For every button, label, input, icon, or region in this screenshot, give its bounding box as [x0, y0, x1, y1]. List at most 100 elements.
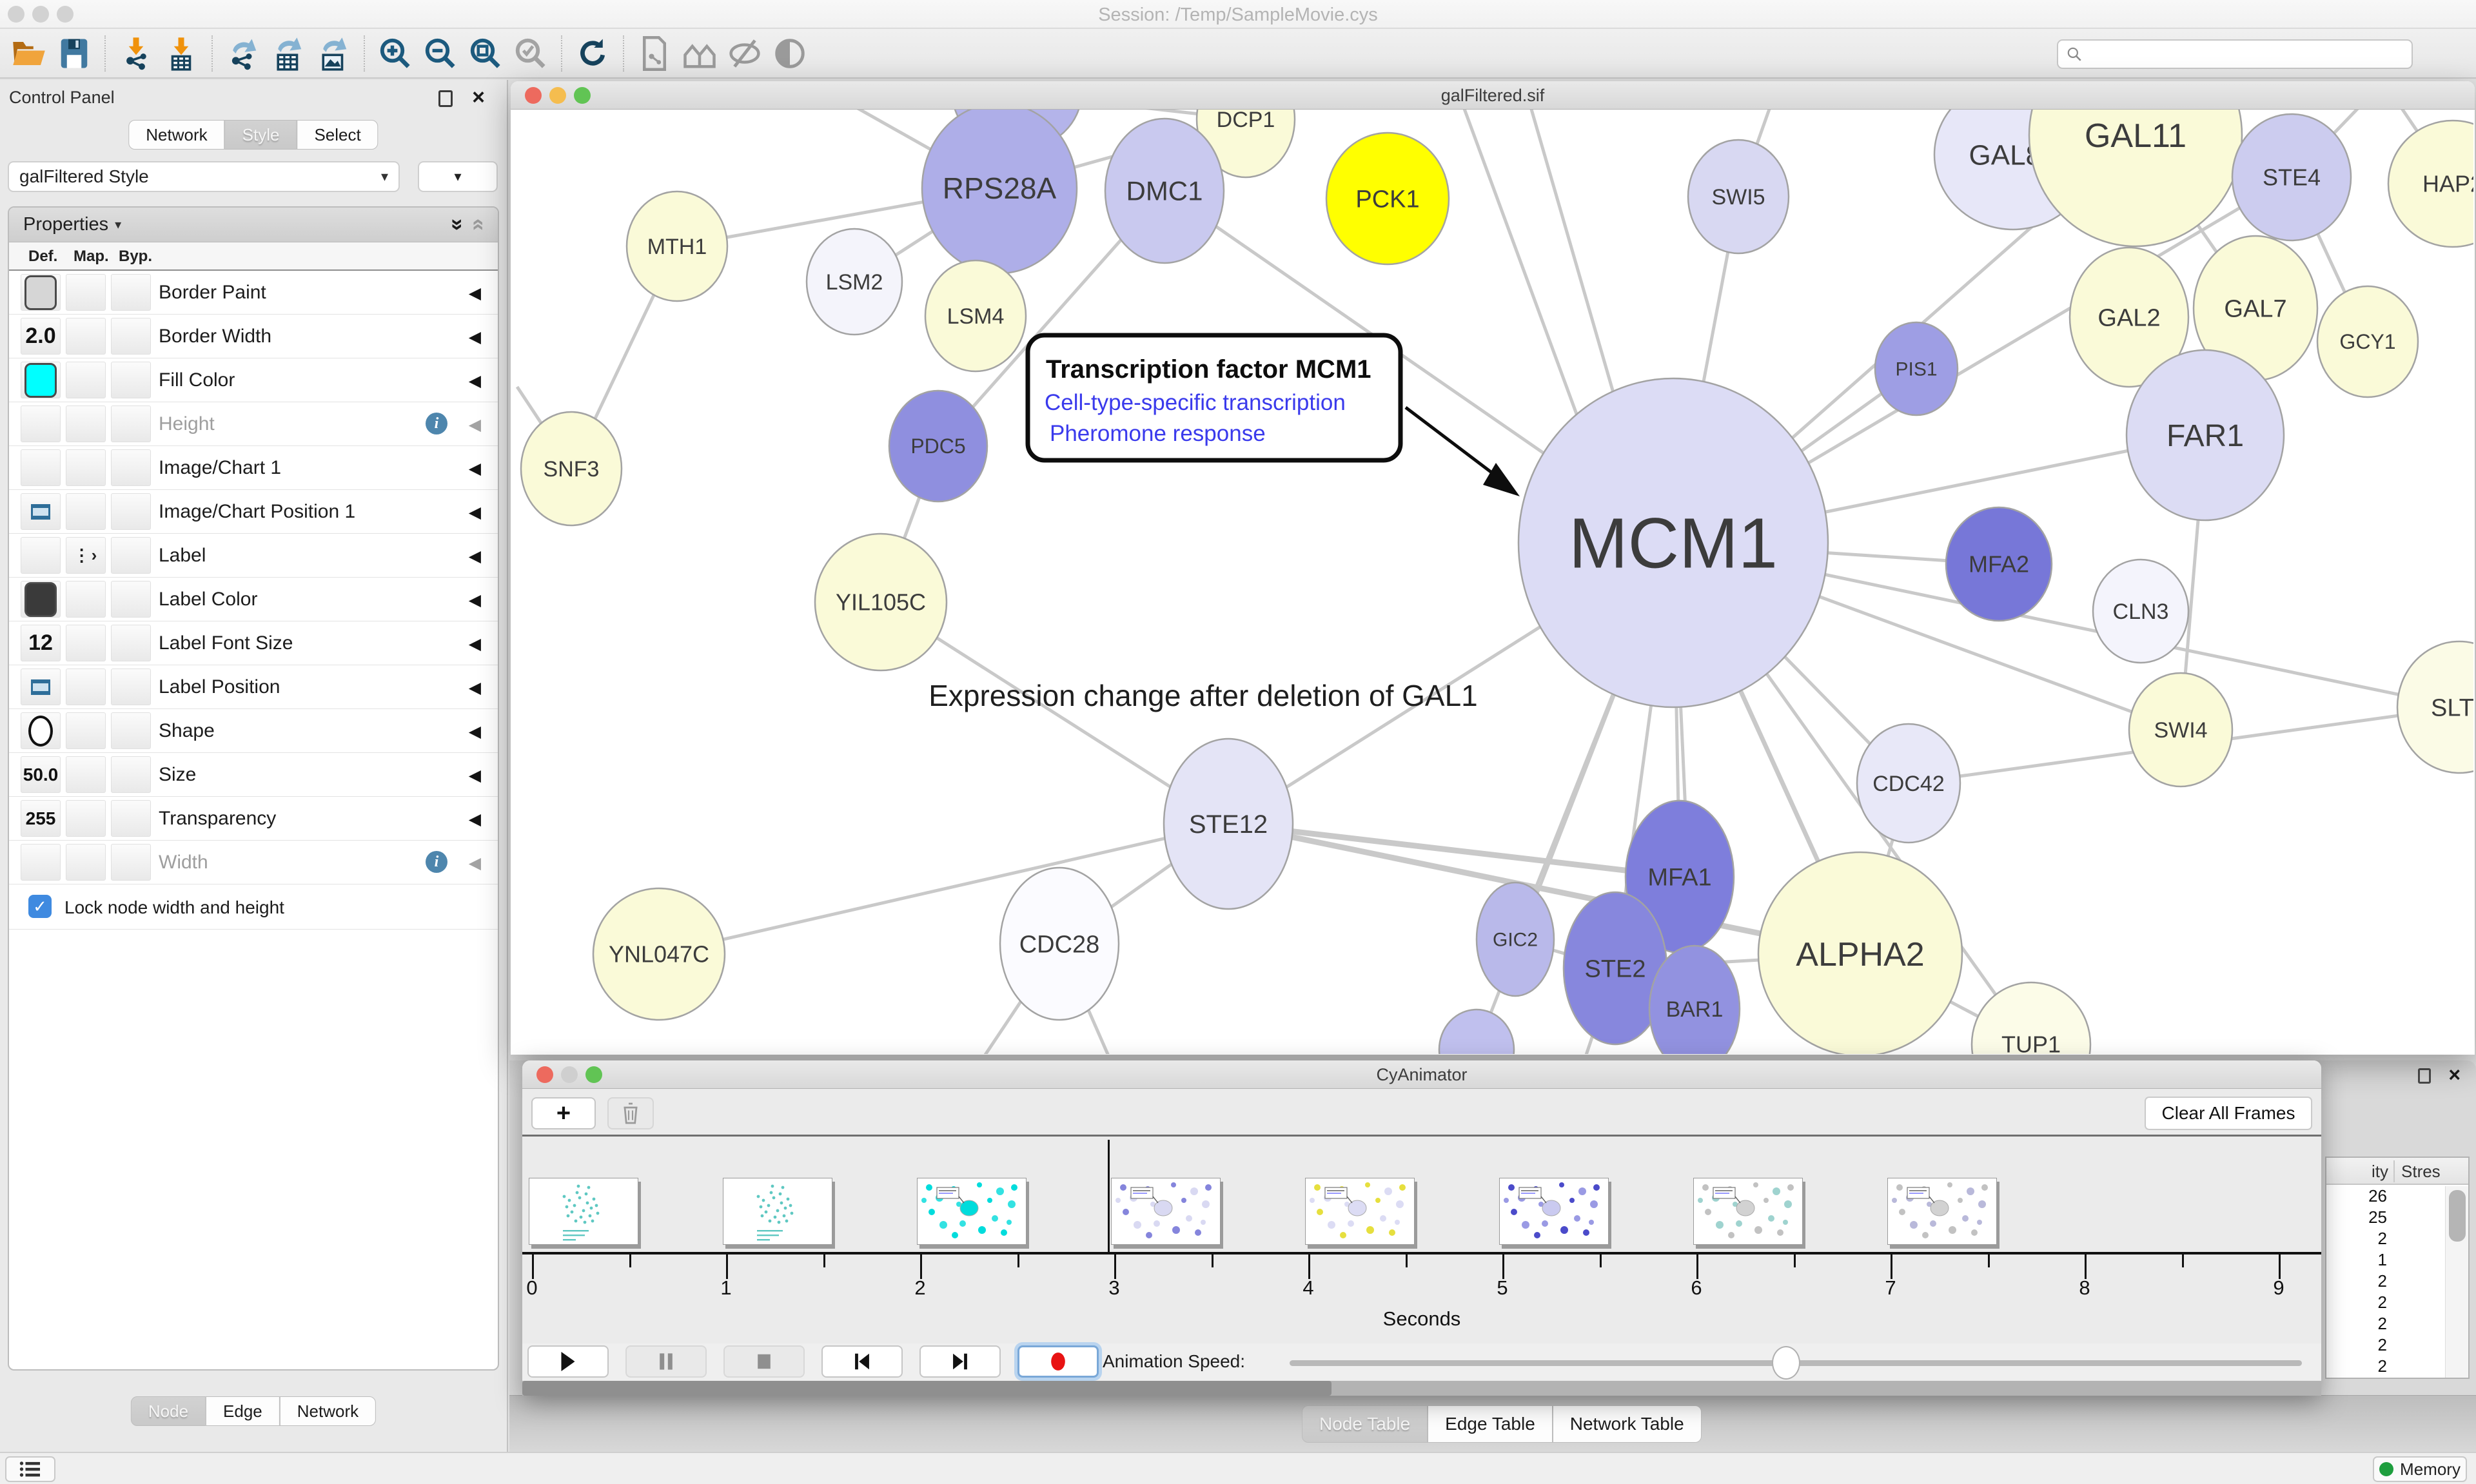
- float-panel-icon[interactable]: [438, 90, 453, 107]
- network-node-pis1[interactable]: PIS1: [1875, 322, 1958, 415]
- network-node-hap2[interactable]: HAP2: [2388, 121, 2473, 247]
- tab-node-style[interactable]: Node: [131, 1396, 206, 1426]
- collapse-arrow-icon[interactable]: ◀: [469, 327, 481, 347]
- byp-cell[interactable]: [111, 669, 151, 705]
- frame-thumbnail-6[interactable]: [1693, 1178, 1803, 1245]
- table-row[interactable]: 26: [2326, 1186, 2444, 1207]
- collapse-arrow-icon[interactable]: ◀: [469, 415, 481, 434]
- map-cell[interactable]: [66, 756, 106, 793]
- lock-checkbox[interactable]: ✓: [28, 895, 52, 918]
- delete-frame-button[interactable]: [607, 1097, 654, 1129]
- network-node-ynl047c[interactable]: YNL047C: [593, 888, 725, 1020]
- column-centrality[interactable]: ity: [2326, 1162, 2388, 1182]
- byp-cell[interactable]: [111, 756, 151, 793]
- cyanimator-titlebar[interactable]: CyAnimator: [522, 1060, 2321, 1089]
- map-cell[interactable]: [66, 274, 106, 311]
- table-row[interactable]: 2: [2326, 1229, 2444, 1250]
- collapse-arrow-icon[interactable]: ◀: [469, 371, 481, 391]
- property-row[interactable]: Image/Chart 1◀: [9, 446, 498, 490]
- property-row[interactable]: 255Transparency◀: [9, 797, 498, 841]
- network-node-rps28a[interactable]: RPS28A: [922, 110, 1077, 273]
- import-network-button[interactable]: [113, 34, 159, 73]
- collapse-arrow-icon[interactable]: ◀: [469, 634, 481, 654]
- tab-network-style[interactable]: Network: [280, 1396, 376, 1426]
- clear-all-frames-button[interactable]: Clear All Frames: [2145, 1097, 2312, 1130]
- network-snapshot-button[interactable]: [632, 34, 677, 73]
- map-cell[interactable]: [66, 362, 106, 398]
- default-value[interactable]: 2.0: [25, 324, 55, 349]
- zoom-out-button[interactable]: [418, 34, 463, 73]
- frame-thumbnail-3[interactable]: [1111, 1178, 1221, 1245]
- byp-cell[interactable]: [111, 537, 151, 574]
- position-icon[interactable]: [31, 679, 50, 695]
- network-node-slt2[interactable]: SLT2: [2397, 641, 2473, 773]
- properties-header[interactable]: Properties ▾ » «: [9, 208, 498, 242]
- network-canvas[interactable]: GAL80GAL11DCP1RPS28ADMC1PCK1SWI5STE4HAP2…: [511, 110, 2473, 1054]
- tab-network-table[interactable]: Network Table: [1553, 1405, 1702, 1443]
- table-row[interactable]: 2: [2326, 1314, 2444, 1335]
- table-scrollbar[interactable]: [2445, 1186, 2468, 1378]
- network-node-swi4[interactable]: SWI4: [2129, 673, 2232, 786]
- network-node-pck1[interactable]: PCK1: [1326, 133, 1449, 264]
- network-node-lsm4[interactable]: LSM4: [925, 260, 1026, 371]
- collapse-all-icon[interactable]: «: [466, 219, 491, 231]
- byp-cell[interactable]: [111, 712, 151, 749]
- tab-edge-table[interactable]: Edge Table: [1428, 1405, 1553, 1443]
- def-cell[interactable]: [21, 449, 61, 486]
- byp-cell[interactable]: [111, 800, 151, 837]
- collapse-arrow-icon[interactable]: ◀: [469, 678, 481, 698]
- network-node-mth1[interactable]: MTH1: [627, 191, 727, 301]
- frame-thumbnail-0[interactable]: [529, 1178, 638, 1245]
- network-node-mfa2[interactable]: MFA2: [1946, 507, 2052, 621]
- cyanimator-timeline[interactable]: 0123456789 Seconds: [522, 1138, 2321, 1343]
- zoom-fit-button[interactable]: [463, 34, 508, 73]
- table-row[interactable]: 1: [2326, 1250, 2444, 1271]
- info-icon[interactable]: i: [426, 851, 447, 873]
- network-node-cdc42[interactable]: CDC42: [1857, 724, 1960, 843]
- network-node-ste4[interactable]: STE4: [2232, 114, 2351, 240]
- pause-button[interactable]: [625, 1345, 707, 1378]
- byp-cell[interactable]: [111, 493, 151, 530]
- frame-thumbnail-1[interactable]: [723, 1178, 832, 1245]
- byp-cell[interactable]: [111, 844, 151, 881]
- collapse-arrow-icon[interactable]: ◀: [469, 459, 481, 478]
- property-row[interactable]: ⋮›Label◀: [9, 534, 498, 578]
- byp-cell[interactable]: [111, 362, 151, 398]
- table-row[interactable]: 2: [2326, 1293, 2444, 1314]
- map-cell[interactable]: [66, 318, 106, 355]
- network-node-alpha2[interactable]: ALPHA2: [1758, 852, 1962, 1054]
- collapse-arrow-icon[interactable]: ◀: [469, 591, 481, 610]
- default-value[interactable]: 255: [26, 808, 56, 829]
- def-cell[interactable]: [21, 712, 61, 749]
- export-table-button[interactable]: [266, 34, 311, 73]
- def-cell[interactable]: [21, 493, 61, 530]
- import-table-button[interactable]: [159, 34, 204, 73]
- def-cell[interactable]: 255: [21, 800, 61, 837]
- tab-style[interactable]: Style: [225, 120, 297, 150]
- network-node-cdc28[interactable]: CDC28: [1000, 868, 1119, 1020]
- collapse-arrow-icon[interactable]: ◀: [469, 810, 481, 829]
- byp-cell[interactable]: [111, 581, 151, 618]
- apply-layout-button[interactable]: [570, 34, 615, 73]
- network-node-pnode[interactable]: [1439, 1010, 1514, 1054]
- property-row[interactable]: 50.0Size◀: [9, 753, 498, 797]
- network-node-far1[interactable]: FAR1: [2127, 350, 2284, 520]
- export-image-button[interactable]: [311, 34, 356, 73]
- close-panel-icon[interactable]: ×: [2448, 1063, 2461, 1087]
- network-overview-button[interactable]: [677, 34, 722, 73]
- property-row[interactable]: Label Color◀: [9, 578, 498, 621]
- byp-cell[interactable]: [111, 274, 151, 311]
- def-cell[interactable]: [21, 537, 61, 574]
- network-node-pdc5[interactable]: PDC5: [889, 391, 987, 502]
- show-graphics-details-button[interactable]: [767, 34, 812, 73]
- network-node-dmc1[interactable]: DMC1: [1105, 119, 1224, 263]
- annotation-box[interactable]: Transcription factor MCM1Cell-type-speci…: [1028, 335, 1520, 496]
- network-node-gic2[interactable]: GIC2: [1477, 883, 1554, 996]
- close-panel-icon[interactable]: ×: [472, 85, 485, 110]
- property-row[interactable]: Shape◀: [9, 709, 498, 753]
- position-icon[interactable]: [31, 504, 50, 520]
- default-swatch[interactable]: [25, 582, 57, 617]
- style-selector-dropdown[interactable]: galFiltered Style ▾: [8, 161, 400, 192]
- default-swatch[interactable]: [25, 275, 57, 310]
- property-row[interactable]: Fill Color◀: [9, 358, 498, 402]
